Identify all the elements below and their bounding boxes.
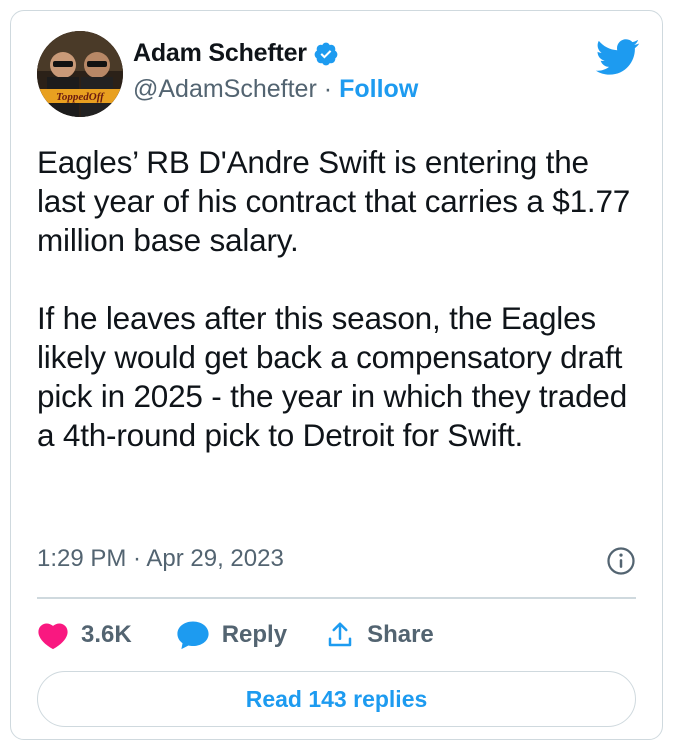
share-button[interactable]: Share xyxy=(325,620,434,650)
verified-badge-icon xyxy=(313,41,339,67)
heart-icon xyxy=(38,623,68,650)
tweet-card: ToppedOff Adam Schefter @AdamSchefter · … xyxy=(10,10,663,740)
like-button[interactable]: 3.6K xyxy=(37,620,132,650)
author-name-row[interactable]: Adam Schefter xyxy=(133,39,339,68)
info-icon[interactable] xyxy=(606,546,636,576)
tweet-timestamp[interactable]: 1:29 PM · Apr 29, 2023 xyxy=(37,545,284,573)
avatar-caption: ToppedOff xyxy=(56,91,105,103)
share-upload-icon xyxy=(328,622,352,647)
twitter-bird-icon[interactable] xyxy=(594,37,640,77)
divider xyxy=(37,597,636,599)
action-bar: 3.6K Reply Share xyxy=(37,617,434,653)
author-handle[interactable]: @AdamSchefter xyxy=(133,75,317,104)
avatar-image: ToppedOff xyxy=(37,31,123,117)
speech-bubble-icon xyxy=(177,621,209,650)
tweet-paragraph: Eagles’ RB D'Andre Swift is entering the… xyxy=(37,144,631,258)
tweet-paragraph: If he leaves after this season, the Eagl… xyxy=(37,300,628,453)
author-name[interactable]: Adam Schefter xyxy=(133,39,307,68)
separator-dot: · xyxy=(323,75,333,103)
read-replies-button[interactable]: Read 143 replies xyxy=(37,671,636,727)
share-label: Share xyxy=(367,621,434,648)
avatar[interactable]: ToppedOff xyxy=(37,31,123,117)
tweet-text: Eagles’ RB D'Andre Swift is entering the… xyxy=(37,143,637,455)
follow-button[interactable]: Follow xyxy=(339,75,418,104)
reply-label: Reply xyxy=(221,621,288,648)
reply-button[interactable]: Reply xyxy=(176,619,287,651)
author-handle-row: @AdamSchefter · Follow xyxy=(133,75,418,104)
like-count: 3.6K xyxy=(81,621,132,648)
